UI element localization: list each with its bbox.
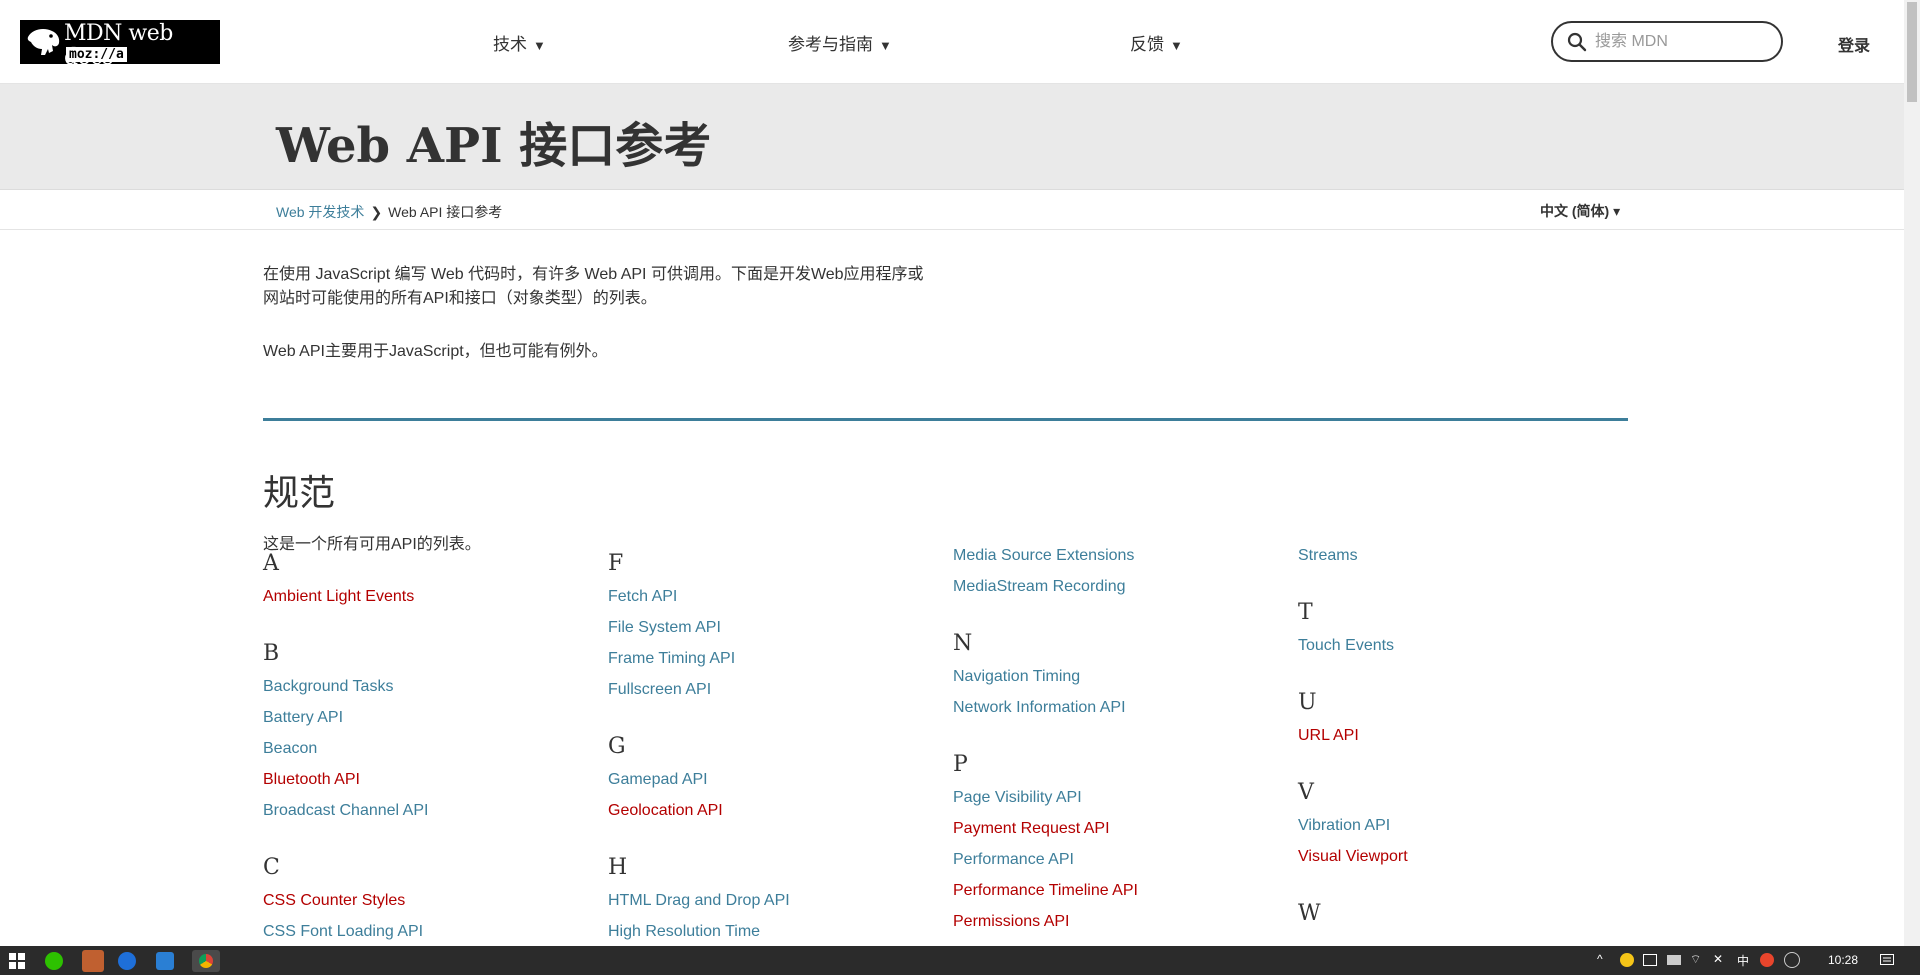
page-title: Web API 接口参考 (276, 118, 712, 174)
api-link[interactable]: MediaStream Recording (953, 578, 1126, 596)
api-link[interactable]: Performance Timeline API (953, 882, 1138, 900)
wifi-icon[interactable]: ⌔ (1690, 952, 1701, 967)
api-link[interactable]: Media Source Extensions (953, 547, 1134, 565)
language-selector[interactable]: 中文 (简体) ▾ (1540, 201, 1620, 221)
section-title: 规范 (263, 473, 336, 514)
app-icon[interactable] (82, 950, 104, 972)
search-icon (1567, 32, 1587, 52)
nav-technologies[interactable]: 技术 ▼ (493, 30, 546, 55)
tray-app-icon[interactable] (1643, 954, 1657, 966)
nav-references-label: 参考与指南 (788, 35, 873, 54)
logo-title: MDN web docs (64, 21, 173, 70)
taskbar-clock: 10:28 (1828, 953, 1859, 967)
section-divider (263, 418, 1628, 421)
volume-muted-icon[interactable]: ✕ (1713, 952, 1723, 966)
chevron-down-icon: ▼ (1170, 38, 1183, 53)
breadcrumb: Web 开发技术 ❯ Web API 接口参考 (276, 202, 502, 222)
intro-paragraph: 在使用 JavaScript 编写 Web 代码时，有许多 Web API 可供… (263, 263, 943, 311)
api-link[interactable]: File System API (608, 619, 721, 637)
intro-paragraph-2: Web API主要用于JavaScript，但也可能有例外。 (263, 343, 608, 360)
index-letter-g: G (608, 734, 626, 759)
nav-feedback[interactable]: 反馈 ▼ (1130, 30, 1183, 55)
api-link[interactable]: Background Tasks (263, 678, 393, 696)
nav-feedback-label: 反馈 (1130, 35, 1164, 54)
api-link[interactable]: Touch Events (1298, 637, 1394, 655)
index-letter-f: F (608, 551, 624, 576)
index-letter-c: C (263, 855, 280, 880)
windows-taskbar: ^ ⌔ ✕ 中 10:28 (0, 946, 1920, 975)
chevron-up-icon[interactable]: ^ (1597, 952, 1603, 966)
chevron-down-icon: ▼ (879, 38, 892, 53)
index-letter-b: B (263, 641, 280, 666)
api-link[interactable]: High Resolution Time (608, 923, 760, 941)
api-link[interactable]: Fullscreen API (608, 681, 711, 699)
search-box[interactable] (1551, 21, 1783, 62)
index-letter-t: T (1298, 600, 1313, 625)
chevron-down-icon: ▼ (533, 38, 546, 53)
sogou-icon[interactable] (1760, 953, 1774, 967)
badge-icon[interactable] (1784, 952, 1800, 968)
notification-icon[interactable] (1880, 954, 1894, 967)
chevron-right-icon: ❯ (370, 204, 383, 220)
qq-icon[interactable] (1620, 953, 1634, 967)
api-link[interactable]: Battery API (263, 709, 343, 727)
api-link[interactable]: Payment Request API (953, 820, 1110, 838)
api-link[interactable]: Gamepad API (608, 771, 708, 789)
chrome-icon[interactable] (192, 950, 220, 972)
dinosaur-icon (27, 29, 60, 55)
intro-line-2: 网站时可能使用的所有API和接口（对象类型）的列表。 (263, 290, 657, 307)
battery-icon[interactable] (1667, 955, 1681, 965)
index-letter-a: A (263, 551, 279, 576)
index-letter-n: N (953, 631, 973, 656)
api-link[interactable]: Frame Timing API (608, 650, 735, 668)
wechat-icon[interactable] (45, 952, 63, 970)
api-link[interactable]: Page Visibility API (953, 789, 1082, 807)
ime-indicator[interactable]: 中 (1737, 952, 1749, 969)
api-link[interactable]: Performance API (953, 851, 1074, 869)
breadcrumb-current: Web API 接口参考 (388, 204, 503, 220)
section-description: 这是一个所有可用API的列表。 (263, 536, 481, 553)
index-letter-u: U (1298, 690, 1317, 715)
api-link[interactable]: HTML Drag and Drop API (608, 892, 790, 910)
index-letter-w: W (1298, 901, 1321, 926)
site-header: MDN web docs moz://a 技术 ▼ 参考与指南 ▼ 反馈 ▼ 登录 (0, 0, 1904, 84)
api-link[interactable]: Streams (1298, 547, 1358, 565)
windows-start-icon[interactable] (9, 953, 25, 969)
search-input[interactable] (1595, 31, 1771, 53)
nav-references-guides[interactable]: 参考与指南 ▼ (788, 30, 892, 55)
api-link[interactable]: Ambient Light Events (263, 588, 414, 606)
index-letter-p: P (953, 752, 968, 777)
index-letter-h: H (608, 855, 628, 880)
page-scrollbar[interactable] (1904, 0, 1920, 946)
api-link[interactable]: Geolocation API (608, 802, 723, 820)
api-link[interactable]: CSS Font Loading API (263, 923, 423, 941)
api-link[interactable]: Permissions API (953, 913, 1069, 931)
api-link[interactable]: Broadcast Channel API (263, 802, 428, 820)
title-band: Web API 接口参考 (0, 84, 1904, 190)
api-link[interactable]: Fetch API (608, 588, 677, 606)
scrollbar-thumb[interactable] (1907, 2, 1917, 102)
api-link[interactable]: Bluetooth API (263, 771, 360, 789)
login-link[interactable]: 登录 (1838, 32, 1870, 56)
api-link[interactable]: Vibration API (1298, 817, 1390, 835)
mdn-logo[interactable]: MDN web docs moz://a (20, 20, 220, 70)
vscode-icon[interactable] (156, 952, 174, 970)
api-link[interactable]: URL API (1298, 727, 1359, 745)
intro-line-1: 在使用 JavaScript 编写 Web 代码时，有许多 Web API 可供… (263, 266, 924, 283)
api-link[interactable]: Beacon (263, 740, 317, 758)
api-link[interactable]: Network Information API (953, 699, 1126, 717)
index-letter-v: V (1298, 780, 1314, 805)
api-link[interactable]: CSS Counter Styles (263, 892, 405, 910)
breadcrumb-parent-link[interactable]: Web 开发技术 (276, 204, 364, 220)
nav-technologies-label: 技术 (493, 35, 527, 54)
logo-mozilla: moz://a (66, 47, 127, 62)
breadcrumb-bar: Web 开发技术 ❯ Web API 接口参考 中文 (简体) ▾ (0, 190, 1904, 230)
api-link[interactable]: Visual Viewport (1298, 848, 1408, 866)
feather-app-icon[interactable] (118, 952, 136, 970)
api-link[interactable]: Navigation Timing (953, 668, 1080, 686)
